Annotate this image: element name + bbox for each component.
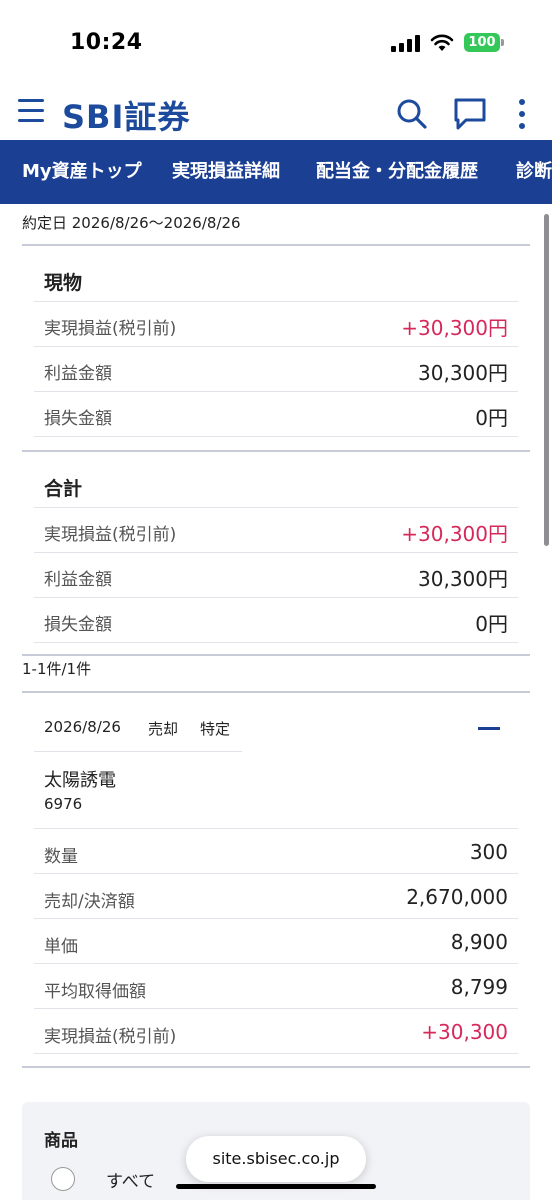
filter-title: 商品 [44, 1131, 78, 1151]
scrollbar[interactable] [544, 214, 549, 546]
trade-realized-pnl-value: +30,300 [421, 1020, 508, 1044]
section-title-total: 合計 [44, 478, 83, 500]
divider [22, 450, 530, 452]
divider [34, 828, 518, 829]
avg-acquisition-price-value: 8,799 [450, 975, 508, 999]
row-label: 利益金額 [44, 364, 112, 384]
tab-dividend-history[interactable]: 配当金・分配金履歴 [316, 140, 478, 204]
date-range: 約定日 2026/8/26〜2026/8/26 [22, 214, 241, 232]
divider [34, 1008, 518, 1009]
tab-my-assets-top[interactable]: My資産トップ [22, 140, 142, 204]
nav-tabs: My資産トップ 実現損益詳細 配当金・分配金履歴 診断 [0, 140, 552, 204]
divider [34, 597, 518, 598]
divider [34, 301, 518, 302]
divider [34, 436, 518, 437]
more-vertical-icon[interactable] [504, 96, 540, 132]
divider [34, 346, 518, 347]
battery-icon: 100 [464, 33, 504, 52]
total-loss-amount-value: 0円 [475, 612, 508, 636]
radio-label-all[interactable]: すべて [106, 1167, 155, 1192]
url-bar[interactable]: site.sbisec.co.jp [186, 1136, 366, 1182]
divider [34, 552, 518, 553]
realized-pnl-value: +30,300円 [401, 316, 508, 340]
unit-price-value: 8,900 [450, 930, 508, 954]
profit-amount-value: 30,300円 [418, 361, 508, 385]
divider [34, 642, 518, 643]
row-label: 実現損益(税引前) [44, 525, 177, 545]
wifi-icon [430, 34, 454, 51]
menu-icon[interactable] [18, 99, 46, 129]
divider [34, 1053, 518, 1054]
home-indicator [176, 1184, 376, 1189]
trade-type: 売却 [148, 720, 179, 738]
chat-icon[interactable] [452, 96, 488, 132]
divider [34, 507, 518, 508]
row-label: 損失金額 [44, 409, 112, 429]
total-realized-pnl-value: +30,300円 [401, 522, 508, 546]
tab-diagnosis[interactable]: 診断 [516, 140, 552, 204]
cellular-signal-icon [391, 34, 420, 52]
battery-level: 100 [464, 33, 500, 52]
status-bar: 10:24 100 [0, 0, 552, 88]
total-profit-amount-value: 30,300円 [418, 567, 508, 591]
divider [34, 963, 518, 964]
collapse-button[interactable] [478, 727, 500, 730]
status-time: 10:24 [70, 30, 143, 55]
status-icons: 100 [391, 33, 504, 52]
row-label: 損失金額 [44, 615, 112, 635]
row-label: 数量 [44, 847, 78, 867]
divider [34, 918, 518, 919]
divider [22, 691, 530, 693]
row-label: 実現損益(税引前) [44, 319, 177, 339]
sbi-logo[interactable]: SBI証券 [62, 92, 190, 138]
app-header: SBI証券 [0, 88, 552, 140]
divider [34, 751, 242, 752]
row-label: 実現損益(税引前) [44, 1027, 177, 1047]
search-icon[interactable] [394, 96, 430, 132]
row-label: 利益金額 [44, 570, 112, 590]
divider [34, 873, 518, 874]
result-count: 1-1件/1件 [22, 660, 92, 678]
stock-name: 太陽誘電 [44, 770, 116, 791]
loss-amount-value: 0円 [475, 406, 508, 430]
tab-realized-pnl-detail[interactable]: 実現損益詳細 [172, 140, 280, 204]
section-title-genbutsu: 現物 [44, 272, 83, 294]
quantity-value: 300 [469, 840, 508, 864]
divider [34, 391, 518, 392]
stock-code: 6976 [44, 795, 83, 813]
divider [22, 1066, 530, 1068]
row-label: 単価 [44, 937, 78, 957]
settlement-amount-value: 2,670,000 [406, 885, 508, 909]
trade-account: 特定 [200, 720, 231, 738]
row-label: 平均取得価額 [44, 982, 146, 1002]
divider [22, 654, 530, 656]
row-label: 売却/決済額 [44, 892, 135, 912]
divider [22, 244, 530, 246]
radio-all[interactable] [51, 1167, 75, 1191]
trade-date: 2026/8/26 [44, 718, 121, 736]
